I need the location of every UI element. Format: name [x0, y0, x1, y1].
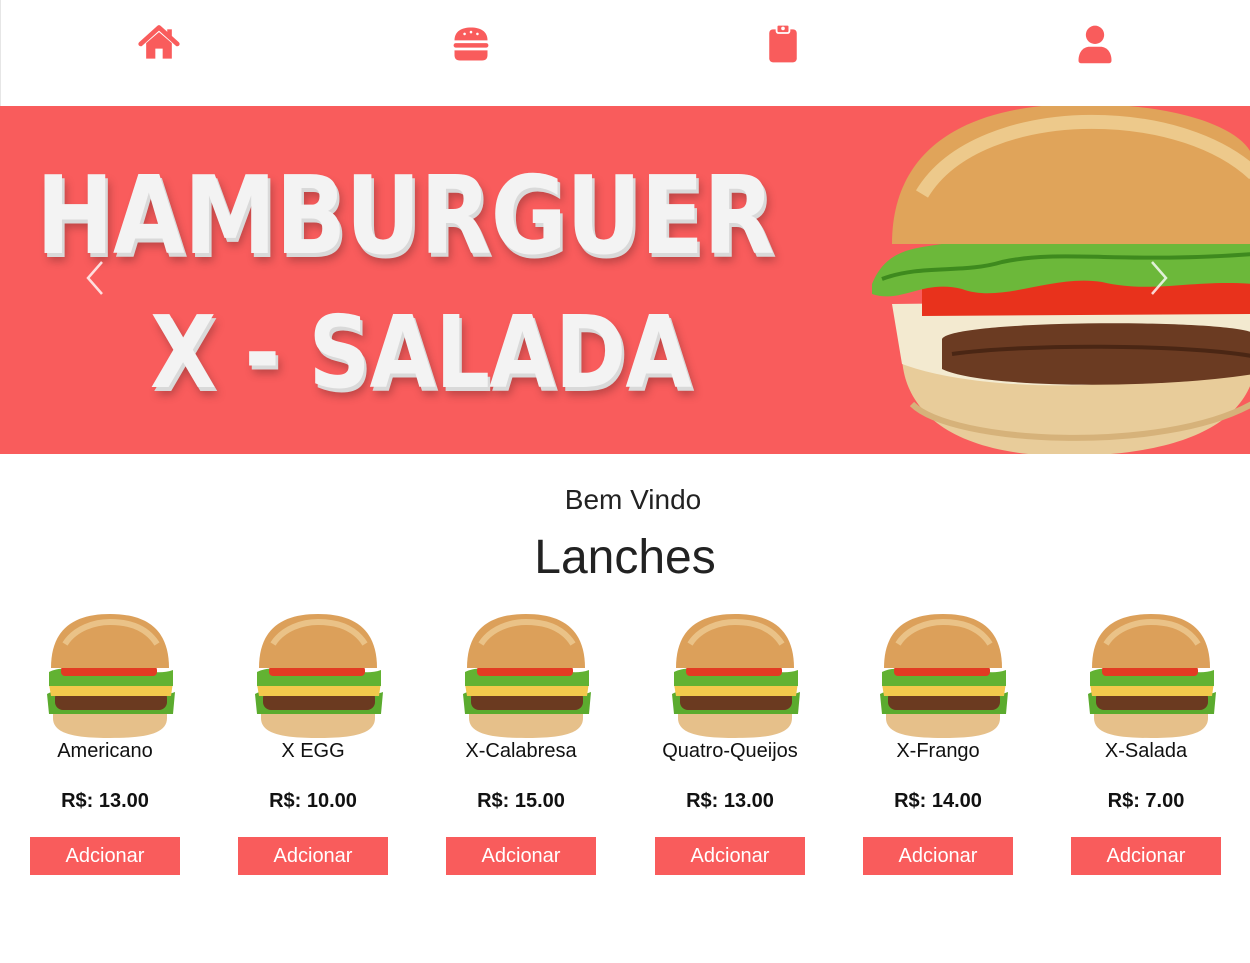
product-image [243, 610, 393, 740]
product-image [35, 610, 185, 740]
add-to-cart-button[interactable]: Adcionar [1071, 837, 1221, 875]
product-name: X-Salada [1104, 740, 1188, 762]
product-card: Americano R$: 13.00 Adcionar [30, 610, 190, 880]
add-to-cart-button[interactable]: Adcionar [30, 837, 180, 875]
add-to-cart-button[interactable]: Adcionar [655, 837, 805, 875]
product-image [660, 610, 810, 740]
product-image [451, 610, 601, 740]
banner-title-line2: X - SALADA [150, 294, 692, 411]
add-to-cart-button[interactable]: Adcionar [863, 837, 1013, 875]
product-name: X-Frango [896, 740, 980, 762]
clipboard-icon [769, 23, 797, 63]
product-card: Quatro-Queijos R$: 13.00 Adcionar [655, 610, 815, 880]
product-name: X EGG [281, 740, 345, 762]
welcome-text: Bem Vindo [564, 484, 702, 515]
banner-title-line1: HAMBURGUER [36, 154, 775, 279]
banner-burger-image [872, 106, 1250, 454]
add-to-cart-button[interactable]: Adcionar [446, 837, 596, 875]
product-price: R$: 14.00 [894, 790, 982, 812]
product-price: R$: 7.00 [1107, 790, 1185, 812]
nav-orders[interactable] [759, 20, 807, 68]
user-icon [1078, 25, 1112, 64]
section-title: Lanches [534, 531, 716, 584]
carousel-next[interactable] [1146, 258, 1170, 298]
nav-profile[interactable] [1071, 20, 1119, 68]
nav-home[interactable] [135, 20, 183, 68]
hamburger-icon [453, 27, 489, 61]
add-to-cart-button[interactable]: Adcionar [238, 837, 388, 875]
hero-banner-carousel: HAMBURGUER X - SALADA [0, 106, 1250, 454]
top-navigation [0, 0, 1250, 106]
product-price: R$: 10.00 [269, 790, 357, 812]
chevron-right-icon [1151, 261, 1168, 295]
product-price: R$: 13.00 [686, 790, 774, 812]
product-name: Americano [57, 740, 153, 762]
product-image [868, 610, 1018, 740]
product-card: X-Frango R$: 14.00 Adcionar [863, 610, 1023, 880]
product-name: X-Calabresa [465, 740, 577, 762]
product-price: R$: 13.00 [61, 790, 149, 812]
product-card: X EGG R$: 10.00 Adcionar [238, 610, 398, 880]
product-card: X-Calabresa R$: 15.00 Adcionar [446, 610, 606, 880]
product-card: X-Salada R$: 7.00 Adcionar [1071, 610, 1231, 880]
home-icon [138, 25, 180, 59]
product-name: Quatro-Queijos [662, 740, 798, 762]
chevron-left-icon [86, 261, 103, 295]
nav-menu[interactable] [447, 20, 495, 68]
product-price: R$: 15.00 [477, 790, 565, 812]
carousel-prev[interactable] [84, 258, 108, 298]
product-image [1076, 610, 1226, 740]
